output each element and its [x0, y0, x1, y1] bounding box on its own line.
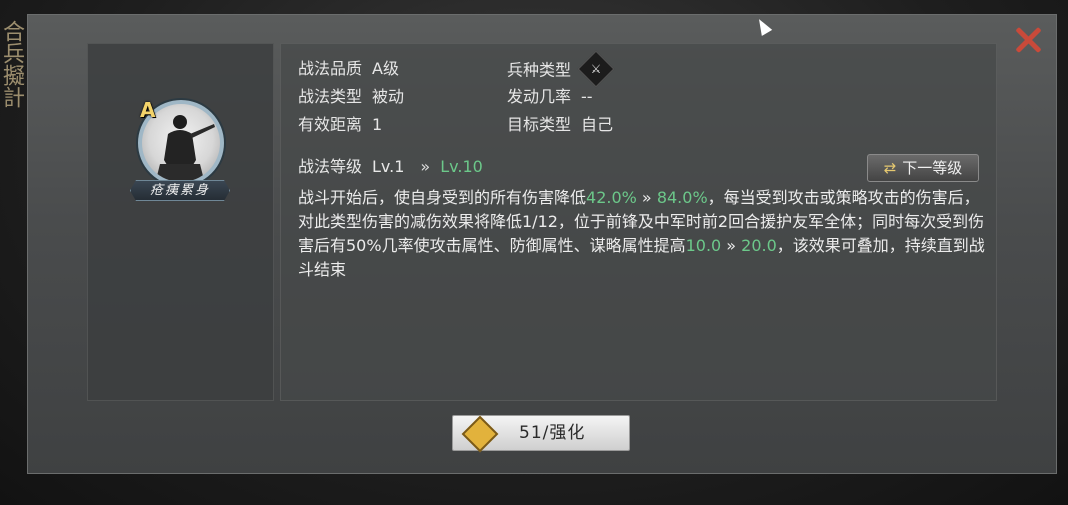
- target-label: 目标类型: [507, 115, 572, 134]
- attr-target: 目标类型 自己: [507, 114, 613, 136]
- enhance-icon: [461, 415, 499, 453]
- type-value: 被动: [372, 87, 405, 106]
- trigger-label: 发动几率: [507, 87, 572, 106]
- desc-value-1b: 84.0%: [656, 188, 708, 207]
- desc-arrow-2: »: [721, 236, 742, 255]
- range-value: 1: [372, 115, 383, 134]
- level-arrow: »: [420, 157, 431, 176]
- target-value: 自己: [581, 115, 614, 134]
- close-icon[interactable]: [1010, 22, 1046, 58]
- skill-name-banner: 疮痍累身: [130, 180, 230, 201]
- next-level-button-label: 下一等级: [902, 159, 963, 177]
- attr-type: 战法类型 被动: [298, 86, 404, 108]
- desc-arrow-1: »: [636, 188, 657, 207]
- attr-troop: 兵种类型 ⚔: [507, 50, 615, 88]
- next-level-button[interactable]: ⇄ 下一等级: [867, 154, 979, 182]
- attr-range: 有效距离 1: [298, 114, 382, 136]
- troop-label: 兵种类型: [507, 60, 572, 80]
- quality-value: A级: [372, 59, 399, 78]
- trigger-value: --: [581, 87, 593, 106]
- attr-quality: 战法品质 A级: [298, 58, 399, 80]
- desc-value-2b: 20.0: [741, 236, 777, 255]
- desc-value-1a: 42.0%: [586, 188, 637, 207]
- level-label: 战法等级: [298, 157, 363, 176]
- type-label: 战法类型: [298, 87, 363, 106]
- swap-icon: ⇄: [883, 159, 897, 177]
- portrait-panel: [87, 43, 274, 401]
- current-level: Lv.1: [372, 157, 405, 176]
- quality-label: 战法品质: [298, 59, 363, 78]
- next-level-value: Lv.10: [440, 157, 483, 176]
- side-text: 合兵擬計: [0, 20, 24, 108]
- skill-description: 战斗开始后，使自身受到的所有伤害降低42.0% » 84.0%，每当受到攻击或策…: [298, 186, 988, 282]
- desc-part-1: 战斗开始后，使自身受到的所有伤害降低: [298, 188, 587, 207]
- desc-value-2a: 10.0: [685, 236, 722, 255]
- attr-trigger: 发动几率 --: [507, 86, 593, 108]
- level-row: 战法等级 Lv.1 » Lv.10: [298, 156, 483, 178]
- enhance-label: 51/强化: [519, 423, 586, 443]
- range-label: 有效距离: [298, 115, 363, 134]
- grade-badge: A: [140, 98, 156, 122]
- enhance-button[interactable]: 51/强化: [452, 415, 630, 453]
